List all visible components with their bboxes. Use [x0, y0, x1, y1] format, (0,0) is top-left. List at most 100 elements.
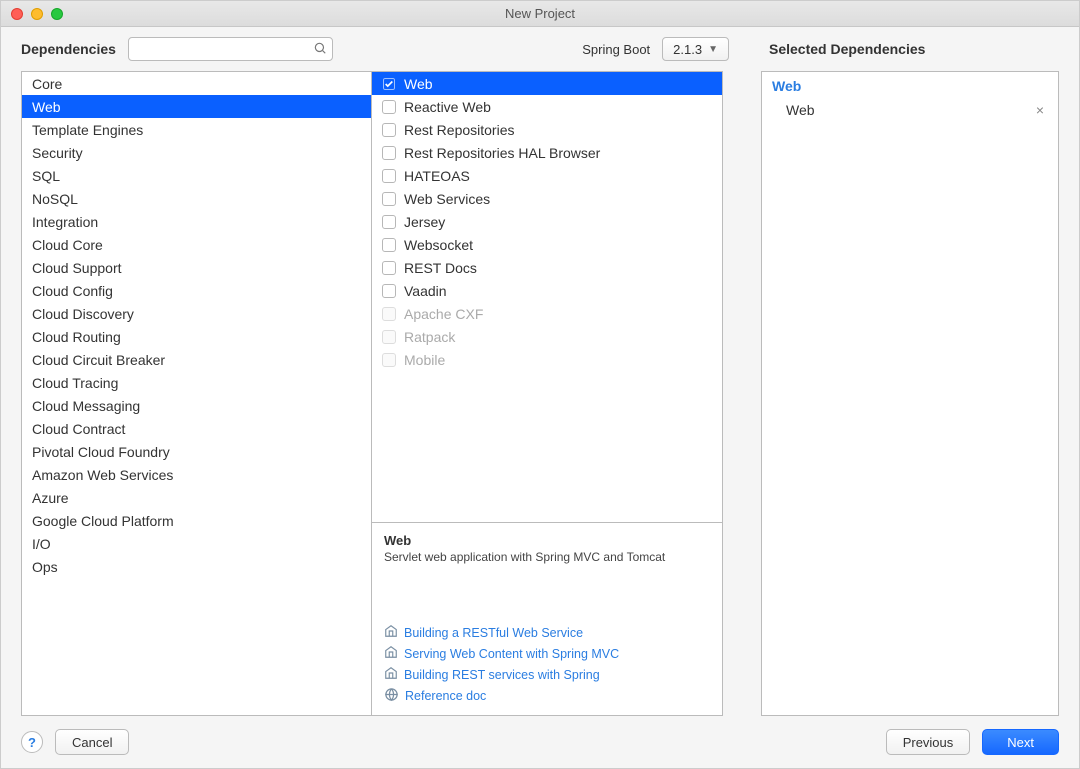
selected-items-list: Web×	[762, 98, 1058, 122]
category-item[interactable]: Cloud Config	[22, 279, 371, 302]
checkbox-icon[interactable]	[382, 123, 396, 137]
search-field-wrap	[128, 37, 333, 61]
dependencies-search-input[interactable]	[128, 37, 333, 61]
category-item[interactable]: Pivotal Cloud Foundry	[22, 440, 371, 463]
selected-header-wrap: Selected Dependencies	[741, 41, 1059, 57]
option-item[interactable]: HATEOAS	[372, 164, 722, 187]
category-item[interactable]: Cloud Core	[22, 233, 371, 256]
option-label: HATEOAS	[404, 168, 470, 184]
category-item[interactable]: Ops	[22, 555, 371, 578]
spring-boot-version-select[interactable]: 2.1.3 ▼	[662, 37, 729, 61]
previous-button[interactable]: Previous	[886, 729, 971, 755]
detail-link[interactable]: Reference doc	[384, 687, 710, 705]
chevron-down-icon: ▼	[708, 44, 718, 55]
toolbar: Dependencies Spring Boot 2.1.3 ▼ Selecte…	[1, 27, 1079, 71]
checkbox-icon[interactable]	[382, 284, 396, 298]
category-item[interactable]: Cloud Discovery	[22, 302, 371, 325]
help-button[interactable]: ?	[21, 731, 43, 753]
option-label: Web Services	[404, 191, 490, 207]
detail-link[interactable]: Building REST services with Spring	[384, 666, 710, 683]
checkbox-icon[interactable]	[382, 100, 396, 114]
category-item[interactable]: Web	[22, 95, 371, 118]
option-item[interactable]: Reactive Web	[372, 95, 722, 118]
category-item[interactable]: Amazon Web Services	[22, 463, 371, 486]
spring-boot-label: Spring Boot	[582, 42, 650, 57]
option-label: Jersey	[404, 214, 445, 230]
category-item[interactable]: SQL	[22, 164, 371, 187]
traffic-lights	[1, 8, 63, 20]
detail-link-text[interactable]: Building a RESTful Web Service	[404, 626, 583, 640]
option-item[interactable]: Vaadin	[372, 279, 722, 302]
option-item[interactable]: REST Docs	[372, 256, 722, 279]
search-icon	[313, 41, 327, 55]
checkbox-icon[interactable]	[382, 261, 396, 275]
globe-icon	[384, 687, 399, 705]
footer: ? Cancel Previous Next	[1, 716, 1079, 768]
option-item[interactable]: Rest Repositories HAL Browser	[372, 141, 722, 164]
home-icon	[384, 666, 398, 683]
detail-link-text[interactable]: Serving Web Content with Spring MVC	[404, 647, 619, 661]
category-item[interactable]: Cloud Contract	[22, 417, 371, 440]
options-panel: Web Reactive Web Rest Repositories Rest Rep…	[371, 71, 723, 716]
titlebar: New Project	[1, 1, 1079, 27]
category-item[interactable]: Azure	[22, 486, 371, 509]
option-label: REST Docs	[404, 260, 477, 276]
minimize-window-button[interactable]	[31, 8, 43, 20]
detail-pane: Web Servlet web application with Spring …	[372, 522, 722, 715]
spring-boot-version-value: 2.1.3	[673, 42, 702, 57]
category-item[interactable]: Template Engines	[22, 118, 371, 141]
zoom-window-button[interactable]	[51, 8, 63, 20]
category-item[interactable]: I/O	[22, 532, 371, 555]
option-label: Vaadin	[404, 283, 447, 299]
detail-links: Building a RESTful Web Service Serving We…	[384, 624, 710, 705]
checkbox-icon[interactable]	[382, 77, 396, 91]
category-item[interactable]: Cloud Support	[22, 256, 371, 279]
selected-dependencies-header: Selected Dependencies	[759, 41, 925, 57]
close-window-button[interactable]	[11, 8, 23, 20]
detail-link[interactable]: Building a RESTful Web Service	[384, 624, 710, 641]
selected-item: Web×	[762, 98, 1058, 122]
checkbox-icon[interactable]	[382, 192, 396, 206]
cancel-button[interactable]: Cancel	[55, 729, 129, 755]
detail-description: Servlet web application with Spring MVC …	[384, 550, 710, 564]
checkbox-icon	[382, 307, 396, 321]
category-item[interactable]: Cloud Routing	[22, 325, 371, 348]
option-item[interactable]: Web Services	[372, 187, 722, 210]
option-label: Websocket	[404, 237, 473, 253]
option-item[interactable]: Jersey	[372, 210, 722, 233]
selected-group-title: Web	[762, 72, 1058, 98]
option-label: Ratpack	[404, 329, 455, 345]
category-item[interactable]: Cloud Messaging	[22, 394, 371, 417]
option-item: Ratpack	[372, 325, 722, 348]
selected-dependencies-panel: Web Web×	[761, 71, 1059, 716]
option-item: Mobile	[372, 348, 722, 371]
checkbox-icon[interactable]	[382, 238, 396, 252]
home-icon	[384, 624, 398, 641]
options-list[interactable]: Web Reactive Web Rest Repositories Rest Rep…	[372, 72, 722, 522]
home-icon	[384, 645, 398, 662]
category-list[interactable]: CoreWebTemplate EnginesSecuritySQLNoSQLI…	[21, 71, 371, 716]
detail-link-text[interactable]: Reference doc	[405, 689, 486, 703]
remove-icon[interactable]: ×	[1032, 100, 1048, 120]
content-area: CoreWebTemplate EnginesSecuritySQLNoSQLI…	[1, 71, 1079, 716]
detail-link-text[interactable]: Building REST services with Spring	[404, 668, 600, 682]
category-item[interactable]: Core	[22, 72, 371, 95]
option-label: Reactive Web	[404, 99, 491, 115]
option-item[interactable]: Rest Repositories	[372, 118, 722, 141]
category-item[interactable]: Google Cloud Platform	[22, 509, 371, 532]
checkbox-icon[interactable]	[382, 169, 396, 183]
option-item[interactable]: Websocket	[372, 233, 722, 256]
category-item[interactable]: Cloud Circuit Breaker	[22, 348, 371, 371]
detail-title: Web	[384, 533, 710, 548]
option-label: Rest Repositories	[404, 122, 515, 138]
category-item[interactable]: NoSQL	[22, 187, 371, 210]
category-item[interactable]: Security	[22, 141, 371, 164]
category-item[interactable]: Integration	[22, 210, 371, 233]
option-item[interactable]: Web	[372, 72, 722, 95]
next-button[interactable]: Next	[982, 729, 1059, 755]
category-item[interactable]: Cloud Tracing	[22, 371, 371, 394]
detail-link[interactable]: Serving Web Content with Spring MVC	[384, 645, 710, 662]
checkbox-icon	[382, 353, 396, 367]
checkbox-icon[interactable]	[382, 146, 396, 160]
checkbox-icon[interactable]	[382, 215, 396, 229]
